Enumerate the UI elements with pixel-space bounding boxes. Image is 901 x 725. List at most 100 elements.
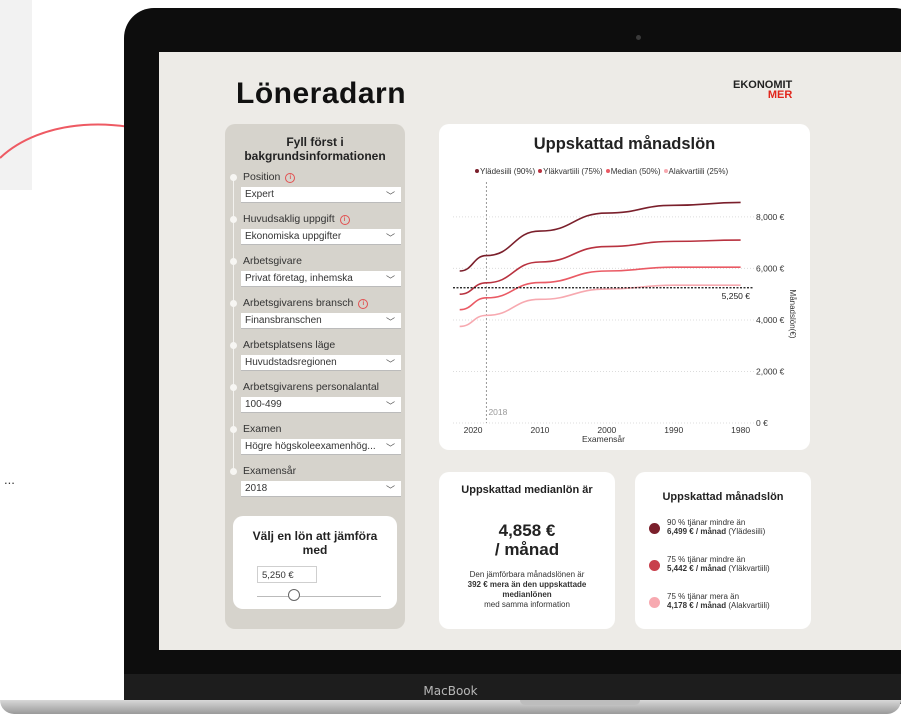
label-text: Arbetsgivarens bransch — [243, 297, 354, 309]
chevron-down-icon: ﹀ — [385, 275, 395, 285]
y-tick-label: 4,000 € — [756, 315, 785, 325]
x-tick-label: 1990 — [664, 425, 683, 435]
chevron-down-icon: ﹀ — [385, 317, 395, 327]
label-text: Arbetsplatsens läge — [243, 339, 336, 351]
brand-logo[interactable]: EKONOMIT MER — [733, 80, 792, 101]
salary-slider-thumb[interactable] — [288, 589, 300, 601]
field-label-headcount: Arbetsgivarens personalantal — [243, 381, 379, 393]
label-text: Examen — [243, 423, 282, 435]
compare-title: Välj en lön att jämföra med — [252, 529, 378, 557]
field-label-degree: Examen — [243, 423, 282, 435]
percentile-color-dot — [649, 560, 660, 571]
percentile-text: 75 % tjänar mindre än 5,442 € / månad (Yl… — [667, 555, 770, 573]
select-position[interactable]: Expert ﹀ — [241, 187, 401, 203]
select-value: Privat företag, inhemska — [245, 273, 353, 284]
field-label-position: Position i — [243, 171, 296, 183]
field-label-industry: Arbetsgivarens bransch i — [243, 297, 369, 309]
x-tick-label: 2010 — [530, 425, 549, 435]
chevron-down-icon: ﹀ — [385, 485, 395, 495]
percentile-color-dot — [649, 523, 660, 534]
percentile-label: (Yläkvartiili) — [726, 564, 770, 573]
select-industry[interactable]: Finansbranschen ﹀ — [241, 313, 401, 329]
chevron-down-icon: ﹀ — [385, 401, 395, 411]
device-brand: MacBook — [423, 684, 478, 698]
y-tick-label: 6,000 € — [756, 263, 785, 273]
info-icon[interactable]: i — [358, 299, 369, 309]
step-dot — [230, 468, 237, 475]
field-label-location: Arbetsplatsens läge — [243, 339, 335, 351]
median-value: 4,858 € — [498, 521, 556, 540]
select-main-task[interactable]: Ekonomiska uppgifter ﹀ — [241, 229, 401, 245]
median-salary-card: Uppskattad medianlön är 4,858 € / månad … — [439, 472, 615, 629]
salary-chart-card: Uppskattad månadslön Ylädesiili (90%) Ylä… — [439, 124, 810, 450]
percentile-amount: 6,499 € / månad — [667, 527, 727, 536]
percentile-text: 90 % tjänar mindre än 6,499 € / månad (Yl… — [667, 518, 765, 536]
step-dot — [230, 258, 237, 265]
background-info-panel: Fyll först i bakgrundsinformationen Posi… — [225, 124, 405, 629]
select-value: Expert — [245, 189, 274, 200]
median-value-block: 4,858 € / månad — [447, 521, 607, 559]
note-line-1: Den jämförbara månadslönen är — [469, 570, 585, 579]
percentile-label: (Alakvartiili) — [726, 601, 770, 610]
laptop-base — [0, 700, 901, 714]
note-difference: 392 € mera än den uppskattade medianlöne… — [467, 580, 587, 599]
select-value: Finansbranschen — [245, 315, 322, 326]
label-text: Arbetsgivarens personalantal — [243, 381, 379, 393]
median-unit: / månad — [494, 540, 560, 559]
median-title: Uppskattad medianlön är — [461, 484, 593, 496]
compare-salary-card: Välj en lön att jämföra med 5,250 € — [233, 516, 397, 609]
note-line-3: med samma information — [484, 600, 570, 609]
select-value: Högre högskoleexamenhög... — [245, 441, 376, 452]
select-employer[interactable]: Privat företag, inhemska ﹀ — [241, 271, 401, 287]
percentile-label: (Ylädesiili) — [726, 527, 766, 536]
salary-slider-track[interactable] — [257, 596, 381, 597]
field-label-graduation-year: Examensår — [243, 465, 296, 477]
marker-label: 2018 — [488, 407, 507, 417]
compare-salary-input[interactable]: 5,250 € — [257, 566, 317, 583]
info-icon[interactable]: i — [285, 173, 296, 183]
step-dot — [230, 342, 237, 349]
info-icon[interactable]: i — [339, 215, 350, 225]
form-heading: Fyll först i bakgrundsinformationen — [244, 135, 386, 163]
select-degree[interactable]: Högre högskoleexamenhög... ﹀ — [241, 439, 401, 455]
x-tick-label: 2020 — [464, 425, 483, 435]
side-ellipsis: ... — [4, 472, 15, 487]
chevron-down-icon: ﹀ — [385, 443, 395, 453]
series-line-1 — [459, 201, 741, 272]
select-value: 100-499 — [245, 399, 282, 410]
percentile-line1: 75 % tjänar mera än — [667, 592, 740, 601]
y-tick-label: 2,000 € — [756, 366, 785, 376]
y-tick-label: 0 € — [756, 418, 768, 428]
salary-line-chart: 0 € 2,000 € 4,000 € 6,000 € 8,000 € 2018 5,250… — [453, 182, 797, 444]
percentile-amount: 5,442 € / månad — [667, 564, 727, 573]
select-value: Huvudstadsregionen — [245, 357, 337, 368]
percentile-card: Uppskattad månadslön 90 % tjänar mindre … — [635, 472, 811, 629]
chevron-down-icon: ﹀ — [385, 359, 395, 369]
step-dot — [230, 384, 237, 391]
select-value: 2018 — [245, 483, 268, 494]
select-graduation-year[interactable]: 2018 ﹀ — [241, 481, 401, 497]
x-tick-label: 1980 — [731, 425, 750, 435]
percentile-text: 75 % tjänar mera än 4,178 € / månad (Alak… — [667, 592, 770, 610]
y-axis-label: Månadslön(€) — [788, 290, 797, 339]
percentile-line1: 90 % tjänar mindre än — [667, 518, 746, 527]
percentile-title: Uppskattad månadslön — [662, 491, 784, 503]
label-text: Examensår — [243, 465, 297, 477]
select-location[interactable]: Huvudstadsregionen ﹀ — [241, 355, 401, 371]
select-headcount[interactable]: 100-499 ﹀ — [241, 397, 401, 413]
chevron-down-icon: ﹀ — [385, 233, 395, 243]
step-dot — [230, 216, 237, 223]
median-comparison-note: Den jämförbara månadslönen är 392 € mera… — [447, 570, 607, 610]
x-axis-label: Examensår — [582, 434, 625, 444]
laptop-notch — [520, 700, 640, 705]
step-dot — [230, 174, 237, 181]
reference-line-label: 5,250 € — [722, 291, 751, 301]
step-dot — [230, 426, 237, 433]
percentile-amount: 4,178 € / månad — [667, 601, 727, 610]
chevron-down-icon: ﹀ — [385, 191, 395, 201]
camera-icon — [636, 35, 641, 40]
step-dot — [230, 300, 237, 307]
field-label-employer: Arbetsgivare — [243, 255, 302, 267]
percentile-line1: 75 % tjänar mindre än — [667, 555, 746, 564]
y-tick-label: 8,000 € — [756, 212, 785, 222]
